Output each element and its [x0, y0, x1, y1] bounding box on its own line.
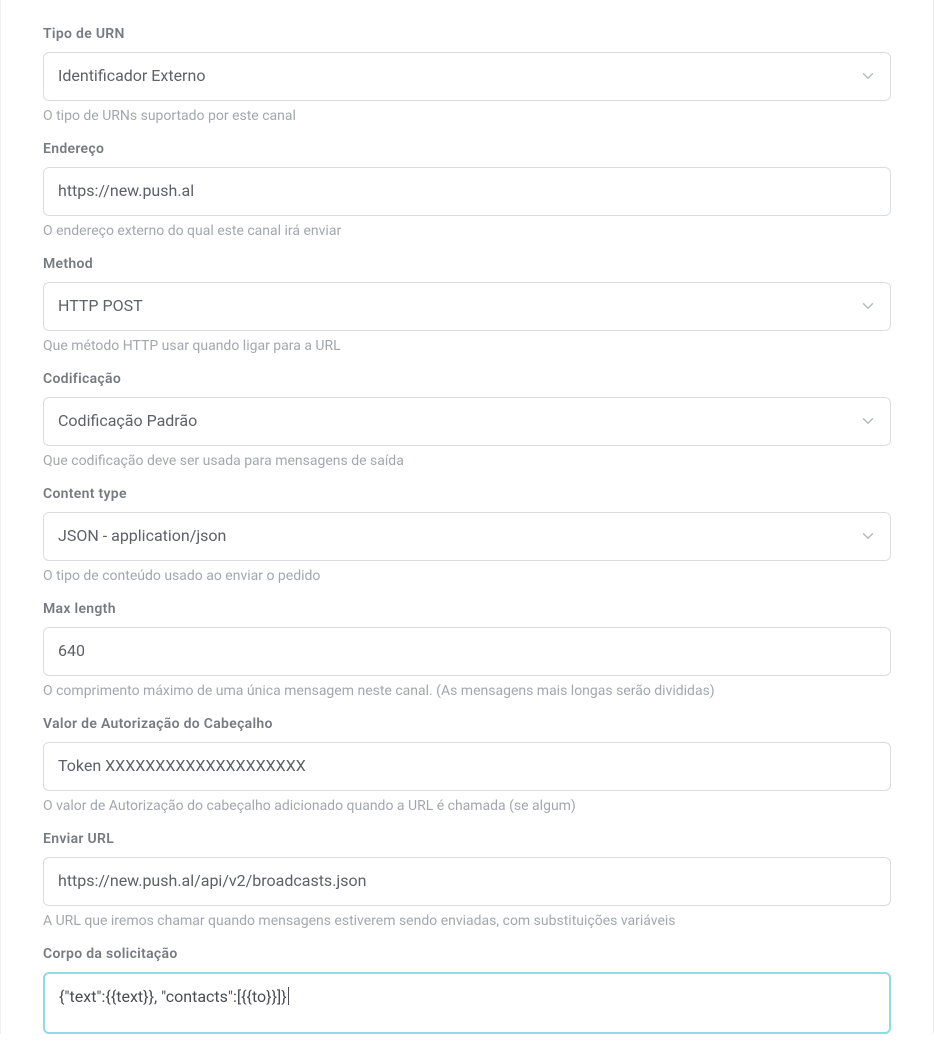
address-label: Endereço — [43, 141, 891, 157]
encoding-select[interactable]: Codificação Padrão — [43, 397, 891, 446]
send-url-label: Enviar URL — [43, 831, 891, 847]
encoding-hint: Que codificação deve ser usada para mens… — [43, 452, 891, 470]
urn-type-select-wrap: Identificador Externo — [43, 52, 891, 101]
max-length-input[interactable]: 640 — [43, 627, 891, 676]
method-label: Method — [43, 256, 891, 272]
send-url-hint: A URL que iremos chamar quando mensagens… — [43, 912, 891, 930]
max-length-hint: O comprimento máximo de uma única mensag… — [43, 682, 891, 700]
field-request-body: Corpo da solicitação {"text":{{text}}, "… — [43, 946, 891, 1034]
request-body-textarea[interactable]: {"text":{{text}}, "contacts":[{{to}}]} — [43, 972, 891, 1034]
auth-header-hint: O valor de Autorização do cabeçalho adic… — [43, 797, 891, 815]
field-content-type: Content type JSON - application/json O t… — [43, 486, 891, 585]
method-hint: Que método HTTP usar quando ligar para a… — [43, 337, 891, 355]
urn-type-select[interactable]: Identificador Externo — [43, 52, 891, 101]
encoding-label: Codificação — [43, 371, 891, 387]
auth-header-label: Valor de Autorização do Cabeçalho — [43, 716, 891, 732]
send-url-input[interactable]: https://new.push.al/api/v2/broadcasts.js… — [43, 857, 891, 906]
content-type-label: Content type — [43, 486, 891, 502]
address-input[interactable]: https://new.push.al — [43, 167, 891, 216]
field-urn-type: Tipo de URN Identificador Externo O tipo… — [43, 26, 891, 125]
method-select[interactable]: HTTP POST — [43, 282, 891, 331]
method-select-wrap: HTTP POST — [43, 282, 891, 331]
field-address: Endereço https://new.push.al O endereço … — [43, 141, 891, 240]
urn-type-hint: O tipo de URNs suportado por este canal — [43, 107, 891, 125]
content-type-select[interactable]: JSON - application/json — [43, 512, 891, 561]
field-method: Method HTTP POST Que método HTTP usar qu… — [43, 256, 891, 355]
content-type-select-wrap: JSON - application/json — [43, 512, 891, 561]
address-hint: O endereço externo do qual este canal ir… — [43, 222, 891, 240]
auth-header-input[interactable]: Token XXXXXXXXXXXXXXXXXXXX — [43, 742, 891, 791]
urn-type-label: Tipo de URN — [43, 26, 891, 42]
encoding-select-wrap: Codificação Padrão — [43, 397, 891, 446]
max-length-label: Max length — [43, 601, 891, 617]
field-max-length: Max length 640 O comprimento máximo de u… — [43, 601, 891, 700]
field-encoding: Codificação Codificação Padrão Que codif… — [43, 371, 891, 470]
form-page: Tipo de URN Identificador Externo O tipo… — [0, 0, 934, 1034]
request-body-label: Corpo da solicitação — [43, 946, 891, 962]
field-send-url: Enviar URL https://new.push.al/api/v2/br… — [43, 831, 891, 930]
content-type-hint: O tipo de conteúdo usado ao enviar o ped… — [43, 567, 891, 585]
field-auth-header: Valor de Autorização do Cabeçalho Token … — [43, 716, 891, 815]
